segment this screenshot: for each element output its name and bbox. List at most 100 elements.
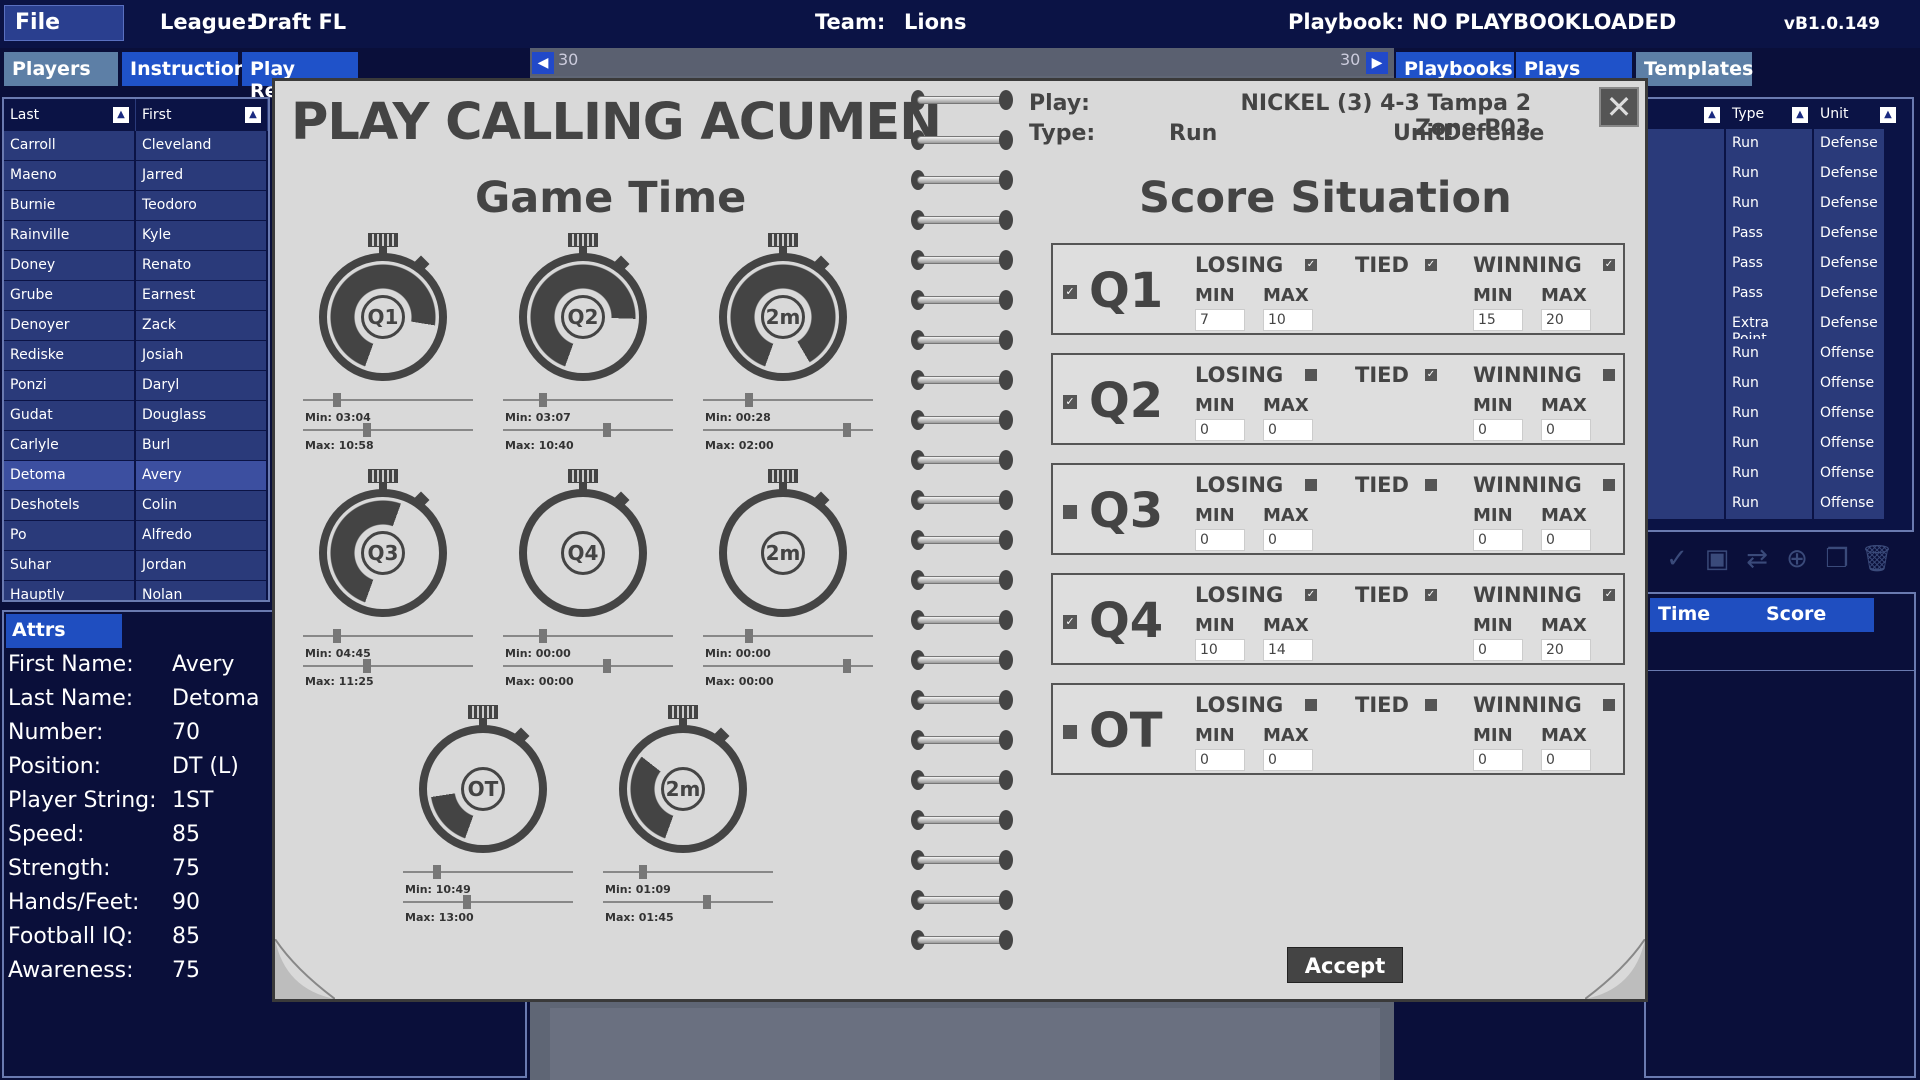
table-row[interactable]: Rainville Kyle xyxy=(4,221,268,251)
sort-arrow-icon[interactable]: ▲ xyxy=(1792,107,1808,123)
max-time-slider[interactable] xyxy=(503,423,673,437)
min-time-slider[interactable] xyxy=(703,393,873,407)
min-time-slider[interactable] xyxy=(603,865,773,879)
max-time-slider[interactable] xyxy=(703,659,873,673)
winning-min-input[interactable]: 15 xyxy=(1473,309,1523,331)
scroll-left-arrow-icon[interactable]: ◀ xyxy=(532,52,554,74)
tab-time[interactable]: Time xyxy=(1650,598,1760,632)
sort-arrow-icon[interactable]: ▲ xyxy=(113,107,129,123)
max-time-slider[interactable] xyxy=(503,659,673,673)
tied-checkbox[interactable] xyxy=(1425,479,1437,491)
tab-players[interactable]: Players xyxy=(4,52,118,86)
min-time-slider[interactable] xyxy=(703,629,873,643)
add-file-icon[interactable]: ⊕ xyxy=(1780,542,1814,576)
losing-checkbox[interactable] xyxy=(1305,369,1317,381)
table-row[interactable]: Run Offense xyxy=(1646,399,1912,429)
table-row[interactable]: Pass Defense xyxy=(1646,219,1912,249)
min-time-slider[interactable] xyxy=(503,629,673,643)
table-row[interactable]: Doney Renato xyxy=(4,251,268,281)
table-row[interactable]: Pass Defense xyxy=(1646,249,1912,279)
quarter-checkbox[interactable] xyxy=(1063,505,1077,519)
table-row[interactable]: Suhar Jordan xyxy=(4,551,268,581)
close-button[interactable]: ✕ xyxy=(1599,87,1639,127)
table-row[interactable]: Run Offense xyxy=(1646,369,1912,399)
sort-arrow-icon[interactable]: ▲ xyxy=(1880,107,1896,123)
table-row[interactable]: Pass Defense xyxy=(1646,279,1912,309)
max-time-slider[interactable] xyxy=(703,423,873,437)
tab-score[interactable]: Score xyxy=(1758,598,1874,632)
trash-icon[interactable]: 🗑 xyxy=(1860,542,1894,576)
winning-min-input[interactable]: 0 xyxy=(1473,749,1523,771)
quarter-checkbox[interactable]: ✓ xyxy=(1063,615,1077,629)
table-row[interactable]: Run Defense xyxy=(1646,129,1912,159)
max-time-slider[interactable] xyxy=(303,423,473,437)
table-row[interactable]: Run Defense xyxy=(1646,189,1912,219)
winning-max-input[interactable]: 20 xyxy=(1541,309,1591,331)
winning-checkbox[interactable] xyxy=(1603,369,1615,381)
losing-max-input[interactable]: 0 xyxy=(1263,529,1313,551)
check-icon[interactable]: ✓ xyxy=(1660,542,1694,576)
min-time-slider[interactable] xyxy=(303,629,473,643)
column-header-last[interactable]: Last ▲ xyxy=(4,99,136,131)
winning-min-input[interactable]: 0 xyxy=(1473,419,1523,441)
table-row[interactable]: Run Offense xyxy=(1646,429,1912,459)
save-icon[interactable]: ▣ xyxy=(1700,542,1734,576)
losing-min-input[interactable]: 7 xyxy=(1195,309,1245,331)
table-row[interactable]: Run Defense xyxy=(1646,159,1912,189)
table-row[interactable]: Deshotels Colin xyxy=(4,491,268,521)
tied-checkbox[interactable]: ✓ xyxy=(1425,589,1437,601)
min-time-slider[interactable] xyxy=(403,865,573,879)
winning-checkbox[interactable]: ✓ xyxy=(1603,589,1615,601)
accept-button[interactable]: Accept xyxy=(1287,947,1403,983)
winning-max-input[interactable]: 0 xyxy=(1541,419,1591,441)
column-header-unit[interactable]: Unit ▲ xyxy=(1814,99,1902,129)
max-time-slider[interactable] xyxy=(403,895,573,909)
copy-icon[interactable]: ❐ xyxy=(1820,542,1854,576)
losing-min-input[interactable]: 10 xyxy=(1195,639,1245,661)
sort-arrow-icon[interactable]: ▲ xyxy=(1704,107,1720,123)
winning-min-input[interactable]: 0 xyxy=(1473,529,1523,551)
quarter-checkbox[interactable]: ✓ xyxy=(1063,285,1077,299)
scroll-right-arrow-icon[interactable]: ▶ xyxy=(1366,52,1388,74)
table-row[interactable]: Hauptly Nolan xyxy=(4,581,268,600)
table-row[interactable]: Run Offense xyxy=(1646,459,1912,489)
winning-max-input[interactable]: 0 xyxy=(1541,749,1591,771)
winning-max-input[interactable]: 0 xyxy=(1541,529,1591,551)
losing-max-input[interactable]: 10 xyxy=(1263,309,1313,331)
winning-min-input[interactable]: 0 xyxy=(1473,639,1523,661)
winning-checkbox[interactable] xyxy=(1603,479,1615,491)
max-time-slider[interactable] xyxy=(603,895,773,909)
tab-instruction[interactable]: Instruction xyxy=(122,52,247,86)
column-header-first[interactable]: First ▲ xyxy=(136,99,268,131)
table-row[interactable]: Rediske Josiah xyxy=(4,341,268,371)
table-row[interactable]: Maeno Jarred xyxy=(4,161,268,191)
table-row[interactable]: Burnie Teodoro xyxy=(4,191,268,221)
min-time-slider[interactable] xyxy=(303,393,473,407)
losing-max-input[interactable]: 14 xyxy=(1263,639,1313,661)
tab-attrs[interactable]: Attrs xyxy=(6,614,122,648)
losing-checkbox[interactable] xyxy=(1305,699,1317,711)
table-row[interactable]: Detoma Avery xyxy=(4,461,268,491)
losing-min-input[interactable]: 0 xyxy=(1195,749,1245,771)
table-row[interactable]: Carlyle Burl xyxy=(4,431,268,461)
table-row[interactable]: Gudat Douglass xyxy=(4,401,268,431)
table-row[interactable]: Run Offense xyxy=(1646,339,1912,369)
winning-checkbox[interactable] xyxy=(1603,699,1615,711)
table-row[interactable]: Ponzi Daryl xyxy=(4,371,268,401)
min-time-slider[interactable] xyxy=(503,393,673,407)
sort-arrow-icon[interactable]: ▲ xyxy=(245,107,261,123)
losing-checkbox[interactable]: ✓ xyxy=(1305,589,1317,601)
file-menu-button[interactable]: File xyxy=(4,5,124,41)
winning-max-input[interactable]: 20 xyxy=(1541,639,1591,661)
table-row[interactable]: Carroll Cleveland xyxy=(4,131,268,161)
tied-checkbox[interactable]: ✓ xyxy=(1425,259,1437,271)
table-row[interactable]: Extra PointDefense xyxy=(1646,309,1912,347)
table-row[interactable]: Po Alfredo xyxy=(4,521,268,551)
tied-checkbox[interactable] xyxy=(1425,699,1437,711)
tied-checkbox[interactable]: ✓ xyxy=(1425,369,1437,381)
table-row[interactable]: Denoyer Zack xyxy=(4,311,268,341)
quarter-checkbox[interactable] xyxy=(1063,725,1077,739)
losing-max-input[interactable]: 0 xyxy=(1263,749,1313,771)
winning-checkbox[interactable]: ✓ xyxy=(1603,259,1615,271)
losing-checkbox[interactable]: ✓ xyxy=(1305,259,1317,271)
